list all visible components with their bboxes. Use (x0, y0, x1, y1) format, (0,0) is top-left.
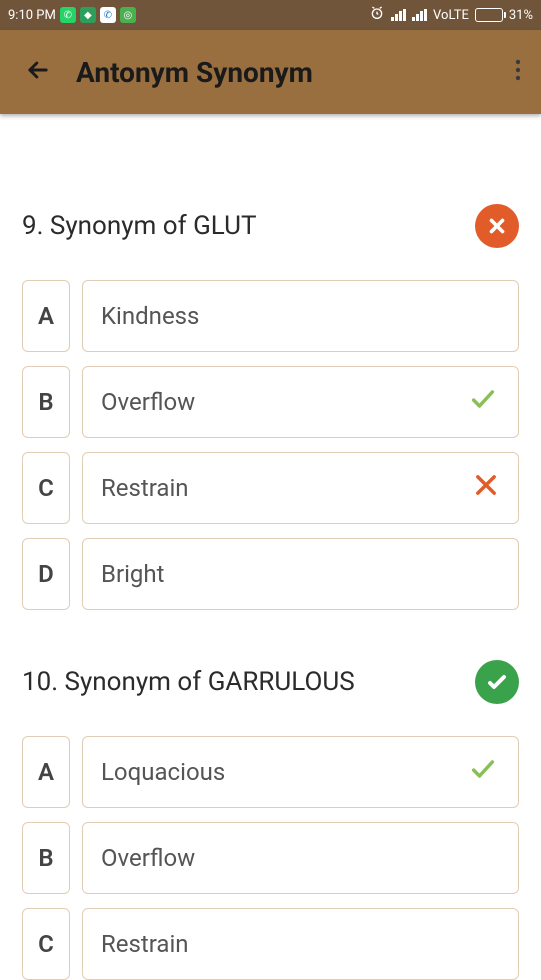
question-text: 10. Synonym of GARRULOUS (22, 667, 355, 697)
option-text: Restrain (101, 474, 189, 502)
option-row: C Restrain (22, 908, 519, 980)
whatsapp-icon: ✆ (60, 7, 76, 23)
question-text: 9. Synonym of GLUT (22, 211, 256, 241)
option-row: C Restrain (22, 452, 519, 524)
check-icon (466, 385, 500, 419)
app-bar: Antonym Synonym (0, 30, 541, 114)
status-badge-correct (475, 660, 519, 704)
option-letter: B (22, 822, 70, 894)
alarm-icon (369, 5, 385, 25)
option-row: B Overflow (22, 822, 519, 894)
question-block: 10. Synonym of GARRULOUS A Loquacious B … (22, 660, 519, 980)
option-d[interactable]: Bright (82, 538, 519, 610)
option-c[interactable]: Restrain (82, 452, 519, 524)
status-time: 9:10 PM (8, 8, 56, 23)
option-letter: D (22, 538, 70, 610)
option-c[interactable]: Restrain (82, 908, 519, 980)
option-letter: A (22, 280, 70, 352)
option-row: A Kindness (22, 280, 519, 352)
cross-icon (472, 471, 500, 505)
question-block: 9. Synonym of GLUT A Kindness B Overflow… (22, 204, 519, 610)
signal-icon-2 (412, 9, 427, 21)
status-bar: 9:10 PM ✆ ◆ ✆ ◎ VoLTE 31% (0, 0, 541, 30)
option-row: B Overflow (22, 366, 519, 438)
battery-percent: 31% (509, 8, 533, 23)
option-letter: B (22, 366, 70, 438)
shield-icon: ◆ (80, 7, 96, 23)
option-letter: C (22, 452, 70, 524)
status-badge-wrong (475, 204, 519, 248)
option-text: Restrain (101, 930, 189, 958)
signal-icon-1 (391, 9, 406, 21)
option-a[interactable]: Kindness (82, 280, 519, 352)
page-title: Antonym Synonym (76, 56, 313, 89)
option-text: Overflow (101, 844, 195, 872)
option-a[interactable]: Loquacious (82, 736, 519, 808)
battery-icon (475, 8, 503, 22)
option-b[interactable]: Overflow (82, 822, 519, 894)
option-letter: A (22, 736, 70, 808)
option-row: D Bright (22, 538, 519, 610)
back-button[interactable] (16, 48, 60, 96)
check-icon (466, 755, 500, 789)
overflow-menu-button[interactable] (507, 50, 529, 94)
option-b[interactable]: Overflow (82, 366, 519, 438)
volte-label: VoLTE (433, 8, 469, 23)
app-icon: ◎ (120, 7, 136, 23)
option-text: Loquacious (101, 758, 225, 786)
option-text: Overflow (101, 388, 195, 416)
phone-icon: ✆ (100, 7, 116, 23)
option-row: A Loquacious (22, 736, 519, 808)
option-text: Kindness (101, 302, 199, 330)
option-text: Bright (101, 560, 164, 588)
option-letter: C (22, 908, 70, 980)
content: 9. Synonym of GLUT A Kindness B Overflow… (0, 114, 541, 980)
